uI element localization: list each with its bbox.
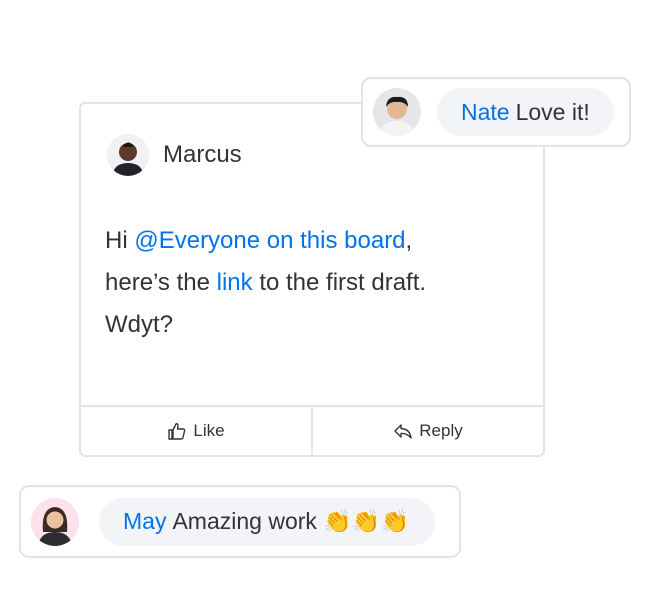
message-text: , bbox=[405, 227, 413, 254]
post-author: Marcus bbox=[107, 134, 242, 176]
may-avatar[interactable] bbox=[31, 497, 79, 546]
message-text: Hi bbox=[105, 227, 135, 254]
draft-link[interactable]: link bbox=[217, 269, 253, 296]
post-card: Marcus Hi @Everyone on this board, here’… bbox=[79, 102, 545, 457]
like-button[interactable]: Like bbox=[81, 407, 311, 455]
marcus-avatar[interactable] bbox=[107, 134, 149, 176]
mention-link[interactable]: @Everyone on this board bbox=[134, 227, 405, 254]
post-actions: Like Reply bbox=[81, 405, 543, 455]
person-icon bbox=[31, 497, 79, 546]
message-text: Wdyt? bbox=[105, 311, 174, 338]
nate-avatar[interactable] bbox=[373, 88, 421, 136]
post-message: Hi @Everyone on this board, here’s the l… bbox=[105, 220, 525, 346]
reply-icon bbox=[394, 424, 412, 439]
reply-text: Love it! bbox=[515, 98, 590, 125]
message-text: here’s the bbox=[105, 269, 217, 296]
reply-text: Amazing work 👏👏👏 bbox=[172, 508, 410, 534]
reply-button[interactable]: Reply bbox=[311, 407, 543, 455]
reply-nate: Nate Love it! bbox=[361, 77, 631, 147]
post-author-name: Marcus bbox=[163, 141, 242, 168]
person-icon bbox=[373, 88, 421, 136]
reply-bubble: Nate Love it! bbox=[437, 88, 614, 136]
reply-label: Reply bbox=[419, 421, 463, 440]
reply-author[interactable]: Nate bbox=[461, 99, 510, 126]
message-text: to the first draft. bbox=[252, 269, 427, 296]
reply-author[interactable]: May bbox=[123, 508, 166, 535]
reply-bubble: May Amazing work 👏👏👏 bbox=[99, 497, 436, 546]
reply-may: May Amazing work 👏👏👏 bbox=[19, 485, 461, 558]
person-icon bbox=[107, 134, 149, 176]
thumbs-up-icon bbox=[168, 423, 186, 440]
like-label: Like bbox=[193, 421, 225, 440]
